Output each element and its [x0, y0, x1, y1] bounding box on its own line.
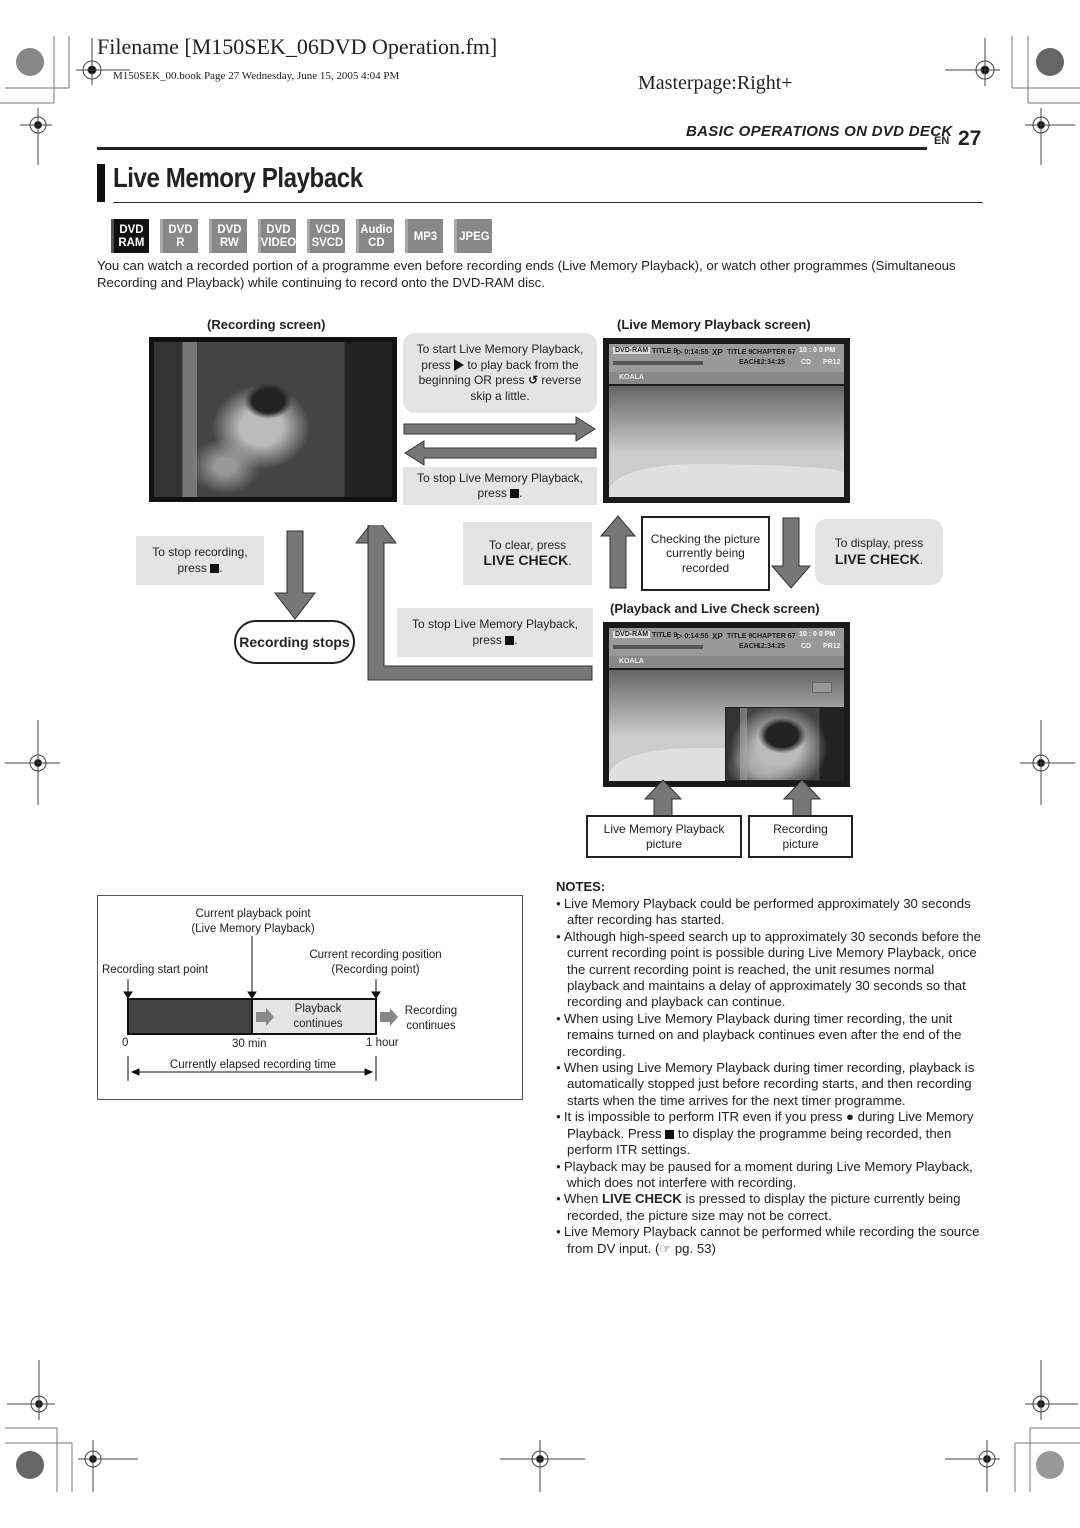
osd-bar: DVD-RAM TITLE 9 ▷ 0:14:55 XP TITLE 9 CHA… — [609, 344, 844, 372]
stop-icon — [210, 563, 220, 573]
lmp-picture-label: Live Memory Playback picture — [586, 815, 742, 858]
recording-screen-caption: (Recording screen) — [207, 317, 326, 332]
notes-heading: NOTES: — [556, 879, 606, 894]
disc-badge-dvd-r: DVD R — [160, 219, 198, 253]
registration-wheel-icon — [16, 48, 44, 76]
crosshair-icon — [78, 1440, 138, 1492]
recording-screen — [149, 337, 397, 502]
play-indicator-icon — [812, 682, 832, 693]
horizontal-arrows — [403, 416, 597, 466]
registration-disc-icon — [1036, 48, 1064, 76]
timeline-diagram: Current playback point (Live Memory Play… — [97, 895, 523, 1100]
osd-bar: DVD-RAM TITLE 9 ▷ 0:14:55 XP TITLE 9 CHA… — [609, 628, 844, 656]
disc-badge-audio-cd: Audio CD — [356, 219, 394, 253]
arrow-right-icon — [403, 416, 596, 442]
note-item: It is impossible to perform ITR even if … — [556, 1109, 986, 1158]
lmp-screen-caption: (Live Memory Playback screen) — [617, 317, 811, 332]
note-item: When using Live Memory Playback during t… — [556, 1060, 986, 1109]
osd-progress-bar — [613, 645, 703, 649]
beach-scene-image — [609, 386, 844, 497]
stop-icon — [510, 489, 520, 498]
masterpage-label: Masterpage:Right+ — [638, 72, 793, 94]
crosshair-icon — [5, 720, 60, 805]
playback-continues-label: Playback continues — [293, 1003, 343, 1030]
arrow-down-icon — [770, 517, 812, 589]
stop-icon — [665, 1129, 675, 1139]
note-item: Live Memory Playback could be performed … — [556, 896, 986, 929]
stop-lmp-note-1: To stop Live Memory Playback, press . — [403, 467, 597, 505]
stop-recording-note: To stop recording, press . — [136, 536, 264, 585]
crosshair-icon — [7, 1360, 55, 1420]
note-item: Playback may be paused for a moment duri… — [556, 1159, 986, 1192]
start-lmp-note: To start Live Memory Playback, press to … — [403, 333, 597, 413]
lmp-screen: DVD-RAM TITLE 9 ▷ 0:14:55 XP TITLE 9 CHA… — [603, 338, 850, 503]
crosshair-icon — [945, 38, 1000, 86]
notes-list: Live Memory Playback could be performed … — [556, 896, 986, 1257]
header-rule — [97, 147, 927, 150]
arrow-left-icon — [404, 440, 597, 466]
koala-recording-image — [154, 342, 392, 497]
plc-screen-caption: (Playback and Live Check screen) — [610, 601, 820, 616]
disc-badge-jpeg: JPEG — [454, 219, 492, 253]
beach-scene-image — [609, 670, 844, 781]
page-title: Live Memory Playback — [113, 162, 363, 193]
recording-stops-state: Recording stops — [234, 620, 355, 664]
title-marker — [97, 164, 105, 202]
crosshair-icon — [945, 1440, 1000, 1492]
filename-header: Filename [M150SEK_06DVD Operation.fm] — [97, 34, 498, 59]
osd-progress-bar — [613, 361, 703, 365]
play-icon — [453, 358, 464, 371]
tick-0: 0 — [122, 1037, 129, 1049]
stop-lmp-note-2: To stop Live Memory Playback, press . — [397, 608, 593, 657]
page-number: 27 — [958, 127, 982, 150]
language-label: EN — [934, 135, 950, 147]
disc-badge-dvd-ram: DVD RAM — [111, 219, 149, 253]
crosshair-icon — [1025, 108, 1075, 165]
arrow-up-icon — [600, 515, 637, 589]
crosshair-icon — [1025, 1360, 1078, 1420]
intro-paragraph: You can watch a recorded portion of a pr… — [97, 258, 956, 290]
disc-badge-dvd-rw: DVD RW — [209, 219, 247, 253]
note-item: Although high-speed search up to approxi… — [556, 929, 986, 1011]
tick-30-min: 30 min — [232, 1038, 267, 1050]
display-live-check-note: To display, press LIVE CHECK. — [815, 519, 943, 585]
registration-wheel-icon — [1036, 1451, 1064, 1479]
book-info-line: M150SEK_00.book Page 27 Wednesday, June … — [113, 70, 400, 82]
arrow-up-icon — [782, 779, 822, 817]
section-title: BASIC OPERATIONS ON DVD DECK — [686, 123, 953, 140]
crosshair-icon — [500, 1440, 585, 1492]
disc-type-icons: DVD RAM DVD R DVD RW DVD VIDEO VCD SVCD … — [110, 219, 493, 253]
elapsed-playback-segment — [127, 998, 253, 1035]
elapsed-time-label: Currently elapsed recording time — [169, 1059, 337, 1071]
record-icon: ● — [846, 1109, 854, 1125]
crosshair-icon — [1020, 720, 1075, 805]
clear-live-check-note: To clear, press LIVE CHECK. — [463, 522, 592, 585]
recording-picture-inset — [725, 707, 844, 781]
note-item: When LIVE CHECK is pressed to display th… — [556, 1191, 986, 1224]
title-rule — [113, 202, 983, 203]
disc-badge-vcd-svcd: VCD SVCD — [307, 219, 345, 253]
recording-continues-label: Recording continues — [404, 1005, 458, 1032]
recording-picture-label: Recording picture — [748, 815, 853, 858]
arrow-down-icon — [273, 530, 317, 620]
arrow-up-icon — [643, 779, 683, 817]
live-check-button-ref: LIVE CHECK — [834, 550, 920, 567]
reverse-skip-icon: ↺ — [527, 373, 539, 387]
registration-disc-icon — [16, 1451, 44, 1479]
note-item: When using Live Memory Playback during t… — [556, 1011, 986, 1060]
disc-badge-mp3: MP3 — [405, 219, 443, 253]
tick-1-hour: 1 hour — [366, 1037, 399, 1049]
picture-pointer-arrows — [643, 779, 822, 817]
stop-icon — [505, 635, 515, 645]
disc-badge-dvd-video: DVD VIDEO — [258, 219, 296, 253]
crosshair-icon — [20, 108, 52, 165]
checking-picture-box: Checking the picture currently being rec… — [641, 516, 770, 591]
live-check-button-ref: LIVE CHECK — [483, 552, 569, 568]
playback-live-check-screen: DVD-RAM TITLE 9 ▷ 0:14:55 XP TITLE 9 CHA… — [603, 622, 850, 787]
note-item: Live Memory Playback cannot be performed… — [556, 1224, 986, 1257]
